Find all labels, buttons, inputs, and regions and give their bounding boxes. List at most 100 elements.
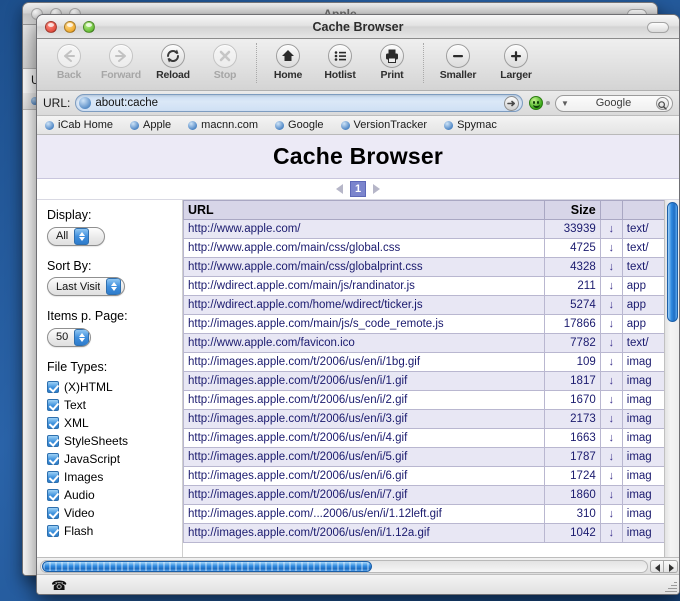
hotlist-button[interactable]: Hotlist (314, 43, 366, 81)
filetype-xhtml[interactable]: (X)HTML (47, 380, 182, 394)
cache-browser-window[interactable]: Cache Browser Back Forward Reload Stop H… (36, 14, 680, 595)
checkbox-icon[interactable] (47, 398, 59, 411)
table-row[interactable]: http://www.apple.com/favicon.ico 7782 ↓ tex… (183, 333, 664, 353)
smiley-face-icon[interactable] (529, 96, 543, 110)
table-row[interactable]: http://wdirect.apple.com/main/js/randina… (183, 276, 664, 296)
table-row[interactable]: http://images.apple.com/...2006/us/en/i/… (183, 504, 664, 524)
column-header-size[interactable]: Size (543, 200, 601, 220)
larger-button[interactable]: Larger (487, 43, 545, 81)
chevron-down-icon[interactable]: ▼ (561, 99, 569, 108)
download-arrow-icon[interactable]: ↓ (599, 219, 623, 239)
download-arrow-icon[interactable]: ↓ (599, 390, 623, 410)
cell-url[interactable]: http://images.apple.com/t/2006/us/en/i/1… (183, 352, 545, 372)
go-arrow-icon[interactable] (504, 95, 519, 111)
checkbox-icon[interactable] (47, 506, 59, 519)
horizontal-scrollbar-track[interactable] (40, 559, 648, 573)
filetype-images[interactable]: Images (47, 470, 182, 484)
download-arrow-icon[interactable]: ↓ (599, 238, 623, 258)
filetype-text[interactable]: Text (47, 398, 182, 412)
filetype-stylesheets[interactable]: StyleSheets (47, 434, 182, 448)
toolbar-toggle-button[interactable] (647, 22, 669, 33)
table-row[interactable]: http://images.apple.com/t/2006/us/en/i/6… (183, 466, 664, 486)
download-arrow-icon[interactable]: ↓ (599, 504, 623, 524)
scroll-left-button[interactable] (650, 559, 664, 573)
display-select[interactable]: All (47, 226, 105, 246)
page-number-1[interactable]: 1 (349, 181, 367, 197)
download-arrow-icon[interactable]: ↓ (599, 314, 623, 334)
checkbox-icon[interactable] (47, 524, 59, 537)
cell-url[interactable]: http://www.apple.com/ (183, 219, 545, 239)
download-arrow-icon[interactable]: ↓ (599, 409, 623, 429)
table-row[interactable]: http://wdirect.apple.com/home/wdirect/ti… (183, 295, 664, 315)
checkbox-icon[interactable] (47, 434, 59, 447)
cell-url[interactable]: http://images.apple.com/main/js/s_code_r… (183, 314, 545, 334)
forward-button[interactable]: Forward (95, 43, 147, 81)
stop-button[interactable]: Stop (199, 43, 251, 81)
column-header-type[interactable] (621, 200, 664, 220)
table-row[interactable]: http://images.apple.com/t/2006/us/en/i/4… (183, 428, 664, 448)
smaller-button[interactable]: Smaller (429, 43, 487, 81)
filetype-audio[interactable]: Audio (47, 488, 182, 502)
triangle-right-icon[interactable] (373, 184, 381, 194)
cell-url[interactable]: http://images.apple.com/t/2006/us/en/i/4… (183, 428, 545, 448)
filetype-video[interactable]: Video (47, 506, 182, 520)
cell-url[interactable]: http://www.apple.com/main/css/global.css (183, 238, 545, 258)
download-arrow-icon[interactable]: ↓ (599, 485, 623, 505)
table-row[interactable]: http://images.apple.com/t/2006/us/en/i/1… (183, 523, 664, 543)
horizontal-scrollbar[interactable] (37, 557, 679, 574)
items-per-page-select[interactable]: 50 (47, 327, 91, 347)
cell-url[interactable]: http://images.apple.com/t/2006/us/en/i/3… (183, 409, 545, 429)
filetype-xml[interactable]: XML (47, 416, 182, 430)
cell-url[interactable]: http://images.apple.com/t/2006/us/en/i/1… (183, 523, 545, 543)
download-arrow-icon[interactable]: ↓ (599, 371, 623, 391)
download-arrow-icon[interactable]: ↓ (599, 352, 623, 372)
cell-url[interactable]: http://images.apple.com/...2006/us/en/i/… (183, 504, 545, 524)
checkbox-icon[interactable] (47, 488, 59, 501)
cell-url[interactable]: http://wdirect.apple.com/main/js/randina… (183, 276, 545, 296)
resize-grip[interactable] (664, 580, 677, 593)
search-icon[interactable] (656, 96, 669, 110)
table-row[interactable]: http://www.apple.com/main/css/globalprin… (183, 257, 664, 277)
bookmark-versiontracker[interactable]: VersionTracker (340, 119, 427, 131)
close-button[interactable] (45, 21, 57, 33)
filetype-flash[interactable]: Flash (47, 524, 182, 538)
minimize-button[interactable] (64, 21, 76, 33)
home-button[interactable]: Home (262, 43, 314, 81)
column-header-url[interactable]: URL (183, 200, 545, 220)
search-input[interactable]: ▼ Google (555, 94, 673, 112)
bookmark-macnn[interactable]: macnn.com (188, 119, 258, 131)
table-row[interactable]: http://www.apple.com/33939 ↓ text/ (183, 219, 664, 239)
bookmark-spymac[interactable]: Spymac (444, 119, 497, 131)
cell-url[interactable]: http://images.apple.com/t/2006/us/en/i/2… (183, 390, 545, 410)
download-arrow-icon[interactable]: ↓ (599, 276, 623, 296)
print-button[interactable]: Print (366, 43, 418, 81)
download-arrow-icon[interactable]: ↓ (599, 523, 623, 543)
download-arrow-icon[interactable]: ↓ (599, 466, 623, 486)
cell-url[interactable]: http://images.apple.com/t/2006/us/en/i/5… (183, 447, 545, 467)
download-arrow-icon[interactable]: ↓ (599, 428, 623, 448)
cell-url[interactable]: http://wdirect.apple.com/home/wdirect/ti… (183, 295, 545, 315)
checkbox-icon[interactable] (47, 416, 59, 429)
cell-url[interactable]: http://www.apple.com/main/css/globalprin… (183, 257, 545, 277)
filetype-javascript[interactable]: JavaScript (47, 452, 182, 466)
download-arrow-icon[interactable]: ↓ (599, 257, 623, 277)
reload-button[interactable]: Reload (147, 43, 199, 81)
vertical-scrollbar[interactable] (664, 200, 679, 557)
bookmark-apple[interactable]: Apple (130, 119, 171, 131)
back-button[interactable]: Back (43, 43, 95, 81)
download-arrow-icon[interactable]: ↓ (599, 333, 623, 353)
cell-url[interactable]: http://images.apple.com/t/2006/us/en/i/6… (183, 466, 545, 486)
download-arrow-icon[interactable]: ↓ (599, 447, 623, 467)
table-row[interactable]: http://www.apple.com/main/css/global.css… (183, 238, 664, 258)
window-titlebar[interactable]: Cache Browser (37, 15, 679, 39)
table-row[interactable]: http://images.apple.com/t/2006/us/en/i/5… (183, 447, 664, 467)
table-row[interactable]: http://images.apple.com/main/js/s_code_r… (183, 314, 664, 334)
zoom-button[interactable] (83, 21, 95, 33)
scroll-right-button[interactable] (664, 559, 678, 573)
url-input[interactable]: about:cache (75, 94, 523, 112)
checkbox-icon[interactable] (47, 470, 59, 483)
cell-url[interactable]: http://images.apple.com/t/2006/us/en/i/7… (183, 485, 545, 505)
sort-by-select[interactable]: Last Visit (47, 277, 125, 296)
checkbox-icon[interactable] (47, 380, 59, 393)
table-row[interactable]: http://images.apple.com/t/2006/us/en/i/1… (183, 371, 664, 391)
